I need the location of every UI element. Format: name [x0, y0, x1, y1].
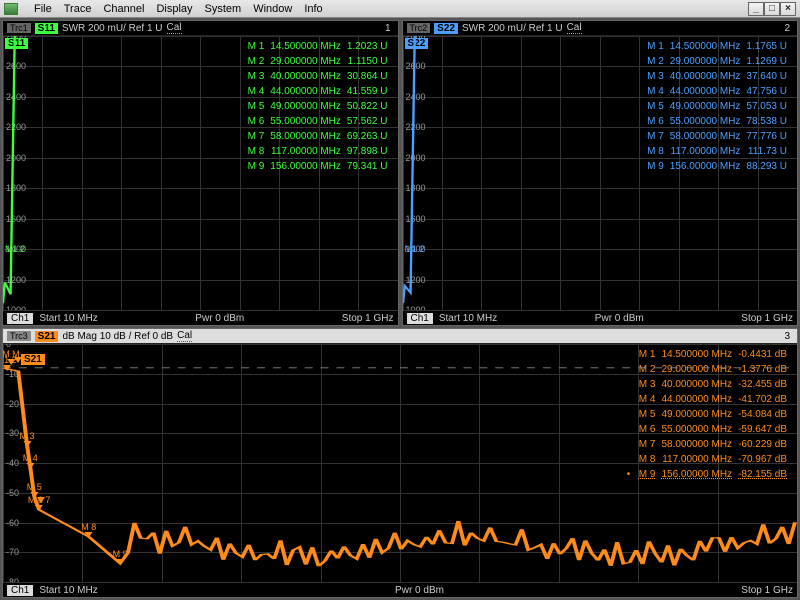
menu-display[interactable]: Display: [156, 3, 192, 15]
marker-indicator[interactable]: M 8: [81, 522, 96, 538]
sparam-s21-badge[interactable]: S21: [35, 331, 59, 342]
panel-s21-footer: Ch1 Start 10 MHz Pwr 0 dBm Stop 1 GHz: [3, 582, 797, 597]
plot-s21[interactable]: 0-10-20-30-40-50-60-70-80 S21 M 114.5000…: [3, 344, 797, 582]
start-freq: Start 10 MHz: [39, 313, 97, 324]
panel-s22-cal: Cal: [567, 22, 582, 34]
stop-freq: Stop 1 GHz: [342, 313, 394, 324]
app-icon: [4, 3, 18, 15]
menu-window[interactable]: Window: [253, 3, 292, 15]
panel-s11-trno: 1: [382, 23, 394, 34]
panel-s22-trno: 2: [781, 23, 793, 34]
stop-freq: Stop 1 GHz: [741, 585, 793, 596]
panel-s11-cal: Cal: [167, 22, 182, 34]
window-minimize-button[interactable]: _: [748, 2, 764, 16]
marker-indicator[interactable]: M 9: [113, 549, 128, 565]
panel-s11-header: Trc1 S11 SWR 200 mU/ Ref 1 U Cal 1: [3, 21, 398, 36]
channel-label: Ch1: [7, 585, 33, 596]
menubar: File Trace Channel Display System Window…: [0, 0, 800, 18]
trace-label: Trc3: [7, 331, 31, 341]
panel-s21-cal: Cal: [177, 330, 192, 342]
panel-s11-footer: Ch1 Start 10 MHz Pwr 0 dBm Stop 1 GHz: [3, 310, 398, 325]
marker-indicator[interactable]: [37, 497, 45, 503]
power-level: Pwr 0 dBm: [497, 313, 741, 324]
window-maximize-button[interactable]: □: [764, 2, 780, 16]
start-freq: Start 10 MHz: [439, 313, 497, 324]
panel-s22-mode: SWR 200 mU/ Ref 1 U: [462, 23, 563, 34]
panel-s21[interactable]: Trc3 S21 dB Mag 10 dB / Ref 0 dB Cal 3 0…: [2, 328, 798, 598]
power-level: Pwr 0 dBm: [98, 313, 342, 324]
menu-system[interactable]: System: [205, 3, 242, 15]
marker-indicator[interactable]: M 3: [20, 431, 35, 447]
start-freq: Start 10 MHz: [39, 585, 97, 596]
power-level: Pwr 0 dBm: [98, 585, 742, 596]
trace-label: Trc1: [7, 23, 31, 33]
workarea: Trc1 S11 SWR 200 mU/ Ref 1 U Cal 1 28002…: [0, 18, 800, 600]
menu-channel[interactable]: Channel: [103, 3, 144, 15]
panel-s22-footer: Ch1 Start 10 MHz Pwr 0 dBm Stop 1 GHz: [403, 310, 798, 325]
marker-indicator[interactable]: M 4: [23, 453, 38, 469]
stop-freq: Stop 1 GHz: [741, 313, 793, 324]
panel-s11-mode: SWR 200 mU/ Ref 1 U: [62, 23, 163, 34]
channel-label: Ch1: [407, 313, 433, 324]
window-buttons: _ □ ×: [748, 2, 796, 16]
panel-s11[interactable]: Trc1 S11 SWR 200 mU/ Ref 1 U Cal 1 28002…: [2, 20, 399, 326]
menu-file[interactable]: File: [34, 3, 52, 15]
sparam-s11-badge[interactable]: S11: [35, 23, 58, 34]
panel-s22[interactable]: Trc2 S22 SWR 200 mU/ Ref 1 U Cal 2 28002…: [402, 20, 799, 326]
panel-s21-header: Trc3 S21 dB Mag 10 dB / Ref 0 dB Cal 3: [3, 329, 797, 344]
menu-trace[interactable]: Trace: [64, 3, 92, 15]
plot-s11[interactable]: 2800260024002200200018001600140012001000…: [3, 36, 398, 310]
sparam-s22-badge[interactable]: S22: [434, 23, 458, 34]
menu-info[interactable]: Info: [304, 3, 322, 15]
plot-s22[interactable]: 2800260024002200200018001600140012001000…: [403, 36, 798, 310]
panel-s21-mode: dB Mag 10 dB / Ref 0 dB: [62, 331, 173, 342]
trace-label: Trc2: [407, 23, 431, 33]
marker-indicator[interactable]: M M: [3, 349, 20, 365]
panel-s21-trno: 3: [781, 331, 793, 342]
panel-s22-header: Trc2 S22 SWR 200 mU/ Ref 1 U Cal 2: [403, 21, 798, 36]
channel-label: Ch1: [7, 313, 33, 324]
window-close-button[interactable]: ×: [780, 2, 796, 16]
